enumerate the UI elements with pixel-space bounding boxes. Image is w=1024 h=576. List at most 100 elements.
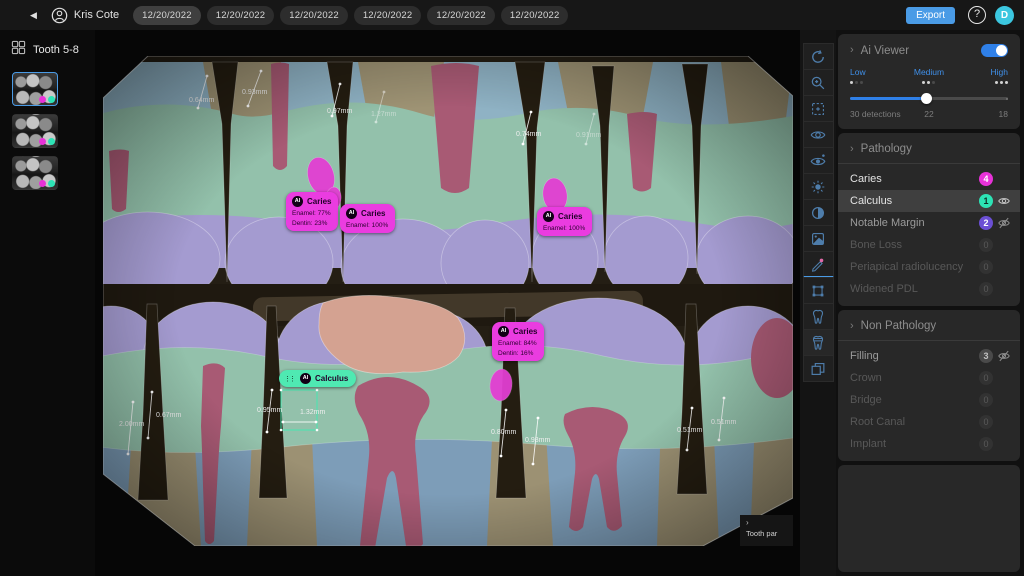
ai-viewer-title: Ai Viewer: [861, 45, 974, 57]
drag-handle-icon[interactable]: ⋮⋮: [284, 375, 294, 383]
slider-end-dot: [1006, 98, 1009, 101]
date-tab[interactable]: 12/20/2022: [354, 6, 422, 25]
caries-detection-label[interactable]: AICariesEnamel: 77%Dentin: 23%: [286, 192, 338, 231]
notes-panel: [838, 465, 1020, 572]
level-dots-icon: [850, 81, 863, 84]
pathology-header[interactable]: › Pathology: [838, 133, 1020, 164]
visibility-toggle-slot[interactable]: [993, 216, 1011, 230]
chevron-right-icon: ›: [850, 45, 854, 56]
ai-viewer-panel: › Ai Viewer Low Medium High 30 detections2…: [838, 34, 1020, 129]
sensitivity-level-medium[interactable]: Medium: [903, 67, 956, 84]
count-badge: 4: [979, 172, 993, 186]
non-pathology-rows: Filling3Crown0Bridge0Root Canal0Implant0: [838, 345, 1020, 461]
detection-type-label: Caries: [361, 209, 385, 218]
series-header[interactable]: Tooth 5-8: [11, 40, 95, 60]
date-tabs: 12/20/2022 12/20/2022 12/20/2022 12/20/2022…: [133, 6, 568, 25]
tooth-crown-tool[interactable]: [803, 329, 834, 356]
date-tab[interactable]: 12/20/2022: [427, 6, 495, 25]
pathology-row-bone-loss[interactable]: Bone Loss0: [838, 234, 1020, 256]
sensitivity-level-low[interactable]: Low: [850, 67, 903, 84]
pathology-panel: › Pathology Caries4Calculus1Notable Marg…: [838, 133, 1020, 306]
slider-thumb[interactable]: [921, 93, 932, 104]
contrast-tool[interactable]: [803, 199, 834, 226]
detection-counts: 30 detections2218: [838, 104, 1020, 129]
rotate-tool[interactable]: [803, 43, 834, 70]
expand-selection-icon: [809, 100, 827, 118]
date-tab[interactable]: 12/20/2022: [280, 6, 348, 25]
non-pathology-row-root-canal[interactable]: Root Canal0: [838, 411, 1020, 433]
ai-viewer-toggle[interactable]: [981, 44, 1008, 57]
sensitivity-level-high[interactable]: High: [955, 67, 1008, 84]
brightness-tool[interactable]: [803, 173, 834, 200]
rotate-icon: [809, 48, 827, 66]
non-pathology-panel: › Non Pathology Filling3Crown0Bridge0Roo…: [838, 310, 1020, 461]
non-pathology-header[interactable]: › Non Pathology: [838, 310, 1020, 341]
user-avatar[interactable]: D: [995, 6, 1014, 25]
count-badge: 0: [979, 371, 993, 385]
level-label: High: [991, 67, 1008, 77]
help-icon[interactable]: ?: [968, 6, 986, 24]
ai-badge-icon: AI: [543, 211, 554, 222]
ai-eye-icon: [809, 152, 827, 170]
viewer-area: 0.64mm0.93mm0.97mm1.27mm0.74mm0.91mm2.00…: [95, 30, 800, 576]
annotate-pen-tool[interactable]: [803, 251, 834, 278]
detection-label-header: AICaries: [292, 196, 331, 207]
date-tab[interactable]: 12/20/2022: [133, 6, 201, 25]
tooth-parts-panel[interactable]: › Tooth par: [740, 515, 793, 546]
non-pathology-row-crown[interactable]: Crown0: [838, 367, 1020, 389]
non-pathology-row-bridge[interactable]: Bridge0: [838, 389, 1020, 411]
xray-thumbnail[interactable]: [12, 114, 58, 148]
level-label: Medium: [914, 67, 944, 77]
sensitivity-levels: Low Medium High: [838, 65, 1020, 84]
tooth-tool[interactable]: [803, 303, 834, 330]
caries-detection-label[interactable]: AICariesEnamel: 100%: [340, 204, 395, 233]
finding-label: Notable Margin: [850, 217, 979, 229]
finding-tag-dot: [39, 138, 46, 145]
sensitivity-slider[interactable]: [850, 93, 1008, 104]
levels-tool[interactable]: [803, 225, 834, 252]
ai-eye-tool[interactable]: [803, 147, 834, 174]
ai-viewer-header[interactable]: › Ai Viewer: [838, 34, 1020, 65]
back-button[interactable]: ◀: [30, 10, 37, 21]
ai-badge-icon: AI: [346, 208, 357, 219]
date-tab[interactable]: 12/20/2022: [207, 6, 275, 25]
layout-tool[interactable]: [803, 355, 834, 382]
bounding-box-tool[interactable]: [803, 277, 834, 304]
eye-hidden-icon[interactable]: [997, 216, 1011, 230]
non-pathology-row-implant[interactable]: Implant0: [838, 433, 1020, 455]
calculus-detection-label[interactable]: ⋮⋮AICalculus: [279, 370, 356, 387]
eye-tool[interactable]: [803, 121, 834, 148]
eye-visible-icon[interactable]: [997, 194, 1011, 208]
pathology-row-caries[interactable]: Caries4: [838, 168, 1020, 190]
visibility-toggle-slot[interactable]: [993, 349, 1011, 363]
pathology-row-periapical-radiolucency[interactable]: Periapical radiolucency0: [838, 256, 1020, 278]
toggle-knob: [996, 45, 1007, 56]
caries-detection-label[interactable]: AICariesEnamel: 84%Dentin: 16%: [492, 322, 544, 361]
count-badge: 0: [979, 393, 993, 407]
visibility-toggle-slot[interactable]: [993, 194, 1011, 208]
zoom-in-tool[interactable]: [803, 69, 834, 96]
eye-hidden-icon[interactable]: [997, 349, 1011, 363]
contrast-icon: [809, 204, 827, 222]
pathology-row-calculus[interactable]: Calculus1: [838, 190, 1020, 212]
caries-detection-label[interactable]: AICariesEnamel: 100%: [537, 207, 592, 236]
pathology-row-notable-margin[interactable]: Notable Margin2: [838, 212, 1020, 234]
xray-thumbnail[interactable]: [12, 156, 58, 190]
xray-canvas[interactable]: 0.64mm0.93mm0.97mm1.27mm0.74mm0.91mm2.00…: [103, 56, 793, 546]
xray-thumbnail[interactable]: [12, 72, 58, 106]
detection-label-header: AICaries: [498, 326, 537, 337]
patient-name: Kris Cote: [74, 9, 119, 21]
person-icon: [51, 7, 68, 24]
patient-chip[interactable]: Kris Cote: [51, 7, 119, 24]
slider-fill: [850, 97, 926, 100]
xray-image[interactable]: 0.64mm0.93mm0.97mm1.27mm0.74mm0.91mm2.00…: [103, 56, 793, 546]
non-pathology-row-filling[interactable]: Filling3: [838, 345, 1020, 367]
date-tab[interactable]: 12/20/2022: [501, 6, 569, 25]
pathology-row-widened-pdl[interactable]: Widened PDL0: [838, 278, 1020, 300]
finding-label: Implant: [850, 438, 979, 450]
detection-type-label: Caries: [558, 212, 582, 221]
level-dots-icon: [922, 81, 935, 84]
export-button[interactable]: Export: [906, 7, 955, 24]
expand-selection-tool[interactable]: [803, 95, 834, 122]
app-window: ◀ Kris Cote 12/20/202212/20/202212/20/20…: [0, 0, 1024, 576]
